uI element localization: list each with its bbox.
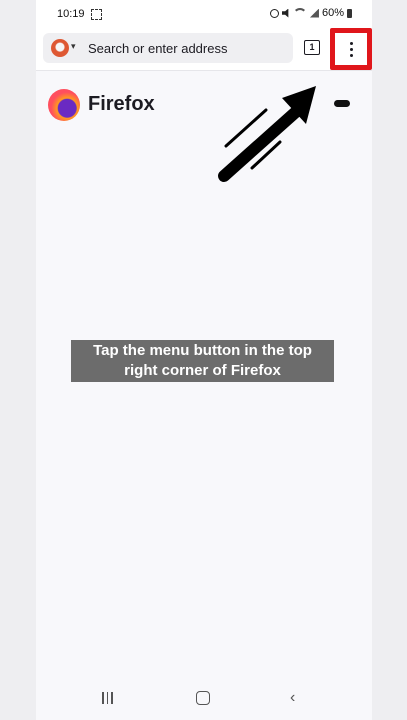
caption-line-1: Tap the menu button in the top [93, 342, 312, 359]
tutorial-caption: Tap the menu button in the top right cor… [71, 340, 334, 382]
phone-screen: 10:19 60% ▾ Search or enter address 1 Fi… [36, 0, 372, 720]
system-nav-bar: ‹ [36, 680, 372, 720]
arrow-up-right-icon [218, 86, 316, 182]
home-icon[interactable] [196, 691, 210, 705]
caption-line-2: right corner of Firefox [124, 362, 281, 379]
recents-icon[interactable] [102, 692, 114, 704]
back-icon[interactable]: ‹ [290, 689, 295, 707]
